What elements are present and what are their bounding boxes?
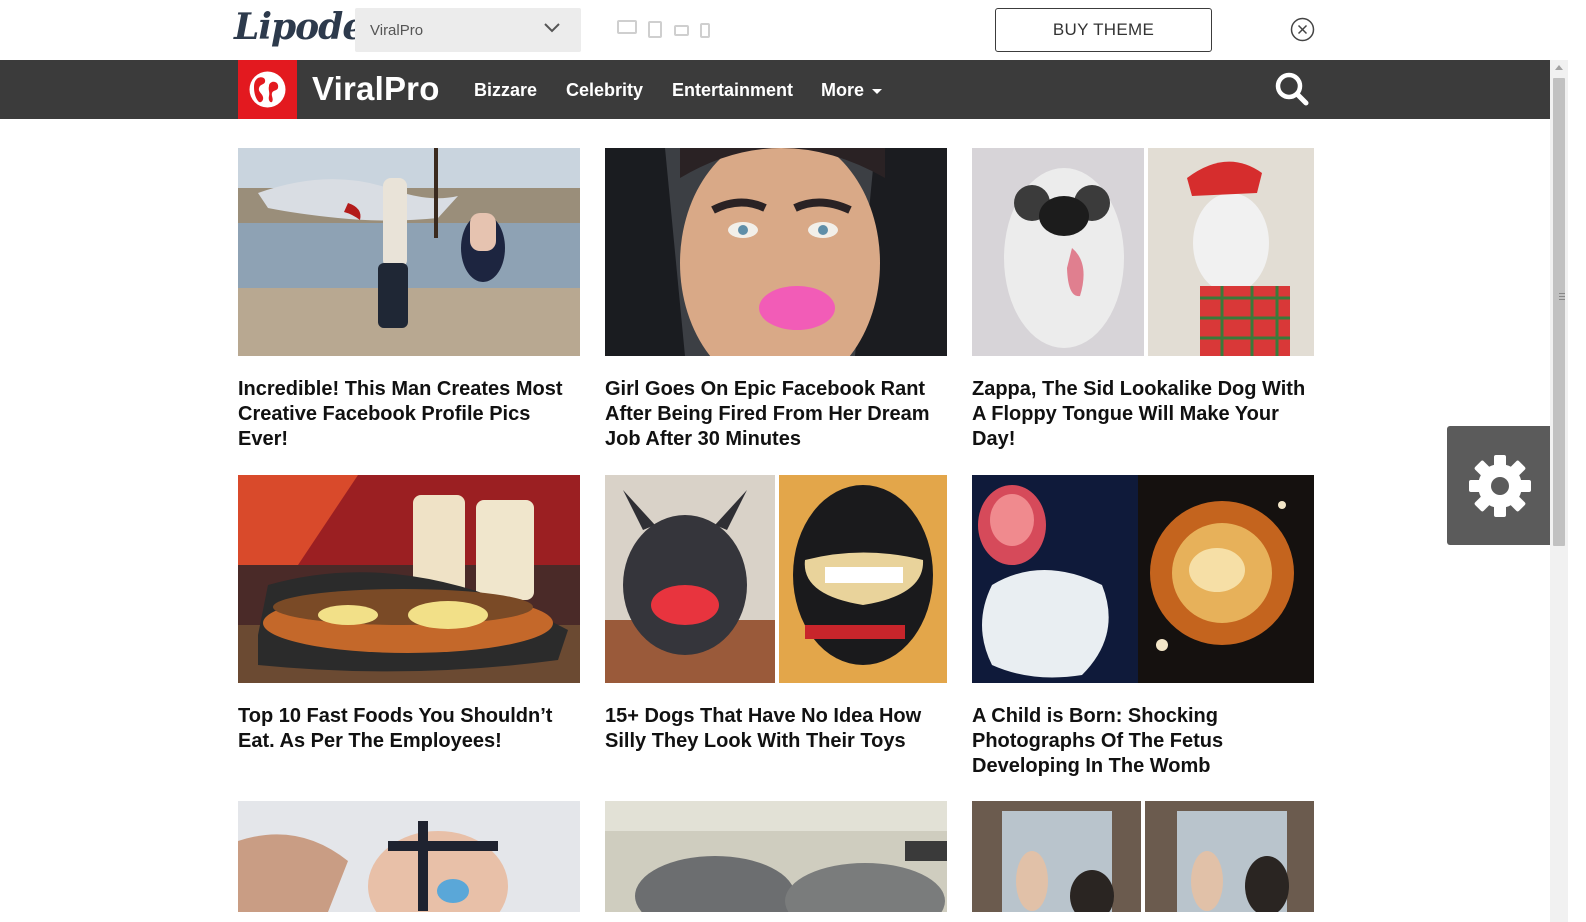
- post-card[interactable]: A Child is Born: Shocking Photographs Of…: [972, 475, 1314, 779]
- post-card[interactable]: Girl Goes On Epic Facebook Rant After Be…: [605, 133, 947, 452]
- scroll-up-arrow-icon[interactable]: [1555, 65, 1563, 70]
- nav-item-more[interactable]: More: [821, 80, 883, 101]
- post-thumbnail[interactable]: [238, 148, 580, 356]
- site-name[interactable]: ViralPro: [312, 70, 440, 108]
- post-title[interactable]: Zappa, The Sid Lookalike Dog With A Flop…: [972, 377, 1314, 452]
- search-icon[interactable]: [1274, 71, 1310, 107]
- theme-select-value: ViralPro: [370, 22, 424, 39]
- tablet-icon[interactable]: [648, 21, 662, 38]
- post-title[interactable]: Top 10 Fast Foods You Shouldn’t Eat. As …: [238, 704, 580, 754]
- settings-toggle[interactable]: [1447, 426, 1551, 545]
- post-card[interactable]: [972, 801, 1314, 922]
- nav-item-more-label: More: [821, 80, 865, 100]
- buy-theme-button[interactable]: BUY THEME: [995, 8, 1212, 52]
- post-card[interactable]: [605, 801, 947, 922]
- post-thumbnail[interactable]: [972, 801, 1314, 922]
- gear-icon: [1469, 455, 1531, 517]
- post-title[interactable]: 15+ Dogs That Have No Idea How Silly The…: [605, 704, 947, 754]
- theme-select[interactable]: ViralPro: [355, 8, 581, 52]
- post-card[interactable]: Top 10 Fast Foods You Shouldn’t Eat. As …: [238, 475, 580, 754]
- scroll-grip: [1559, 296, 1565, 297]
- site-logo[interactable]: [238, 60, 297, 119]
- nav-item-entertainment[interactable]: Entertainment: [672, 80, 793, 101]
- phone-icon[interactable]: [700, 23, 710, 38]
- caret-down-icon: [872, 88, 883, 94]
- post-title[interactable]: A Child is Born: Shocking Photographs Of…: [972, 704, 1314, 779]
- nav-item-bizzare[interactable]: Bizzare: [474, 80, 537, 101]
- post-thumbnail[interactable]: [238, 475, 580, 683]
- scrollbar-thumb[interactable]: [1553, 78, 1565, 546]
- close-icon[interactable]: [1290, 17, 1315, 42]
- post-card[interactable]: [238, 801, 580, 922]
- post-title[interactable]: Incredible! This Man Creates Most Creati…: [238, 377, 580, 452]
- page-scrollbar[interactable]: [1550, 60, 1568, 922]
- scroll-grip: [1559, 293, 1565, 294]
- post-title[interactable]: Girl Goes On Epic Facebook Rant After Be…: [605, 377, 947, 452]
- post-card[interactable]: Zappa, The Sid Lookalike Dog With A Flop…: [972, 148, 1314, 452]
- post-thumbnail[interactable]: [972, 475, 1314, 683]
- post-card[interactable]: 15+ Dogs That Have No Idea How Silly The…: [605, 475, 947, 754]
- nav-item-celebrity[interactable]: Celebrity: [566, 80, 643, 101]
- post-thumbnail[interactable]: [605, 475, 947, 683]
- post-thumbnail[interactable]: [605, 801, 947, 922]
- post-thumbnail[interactable]: [605, 133, 947, 393]
- site-navbar: ViralPro Bizzare Celebrity Entertainment…: [0, 60, 1550, 119]
- post-thumbnail[interactable]: [972, 148, 1314, 356]
- globe-icon: [249, 71, 286, 108]
- scroll-grip: [1559, 299, 1565, 300]
- chevron-down-icon: [544, 23, 560, 33]
- desktop-icon[interactable]: [617, 20, 637, 34]
- post-thumbnail[interactable]: [238, 801, 580, 922]
- theme-preview-bar: Lipode ViralPro BUY THEME: [0, 0, 1586, 60]
- lipode-logo[interactable]: Lipode: [234, 6, 365, 48]
- post-card[interactable]: Incredible! This Man Creates Most Creati…: [238, 148, 580, 452]
- tablet-landscape-icon[interactable]: [674, 25, 689, 36]
